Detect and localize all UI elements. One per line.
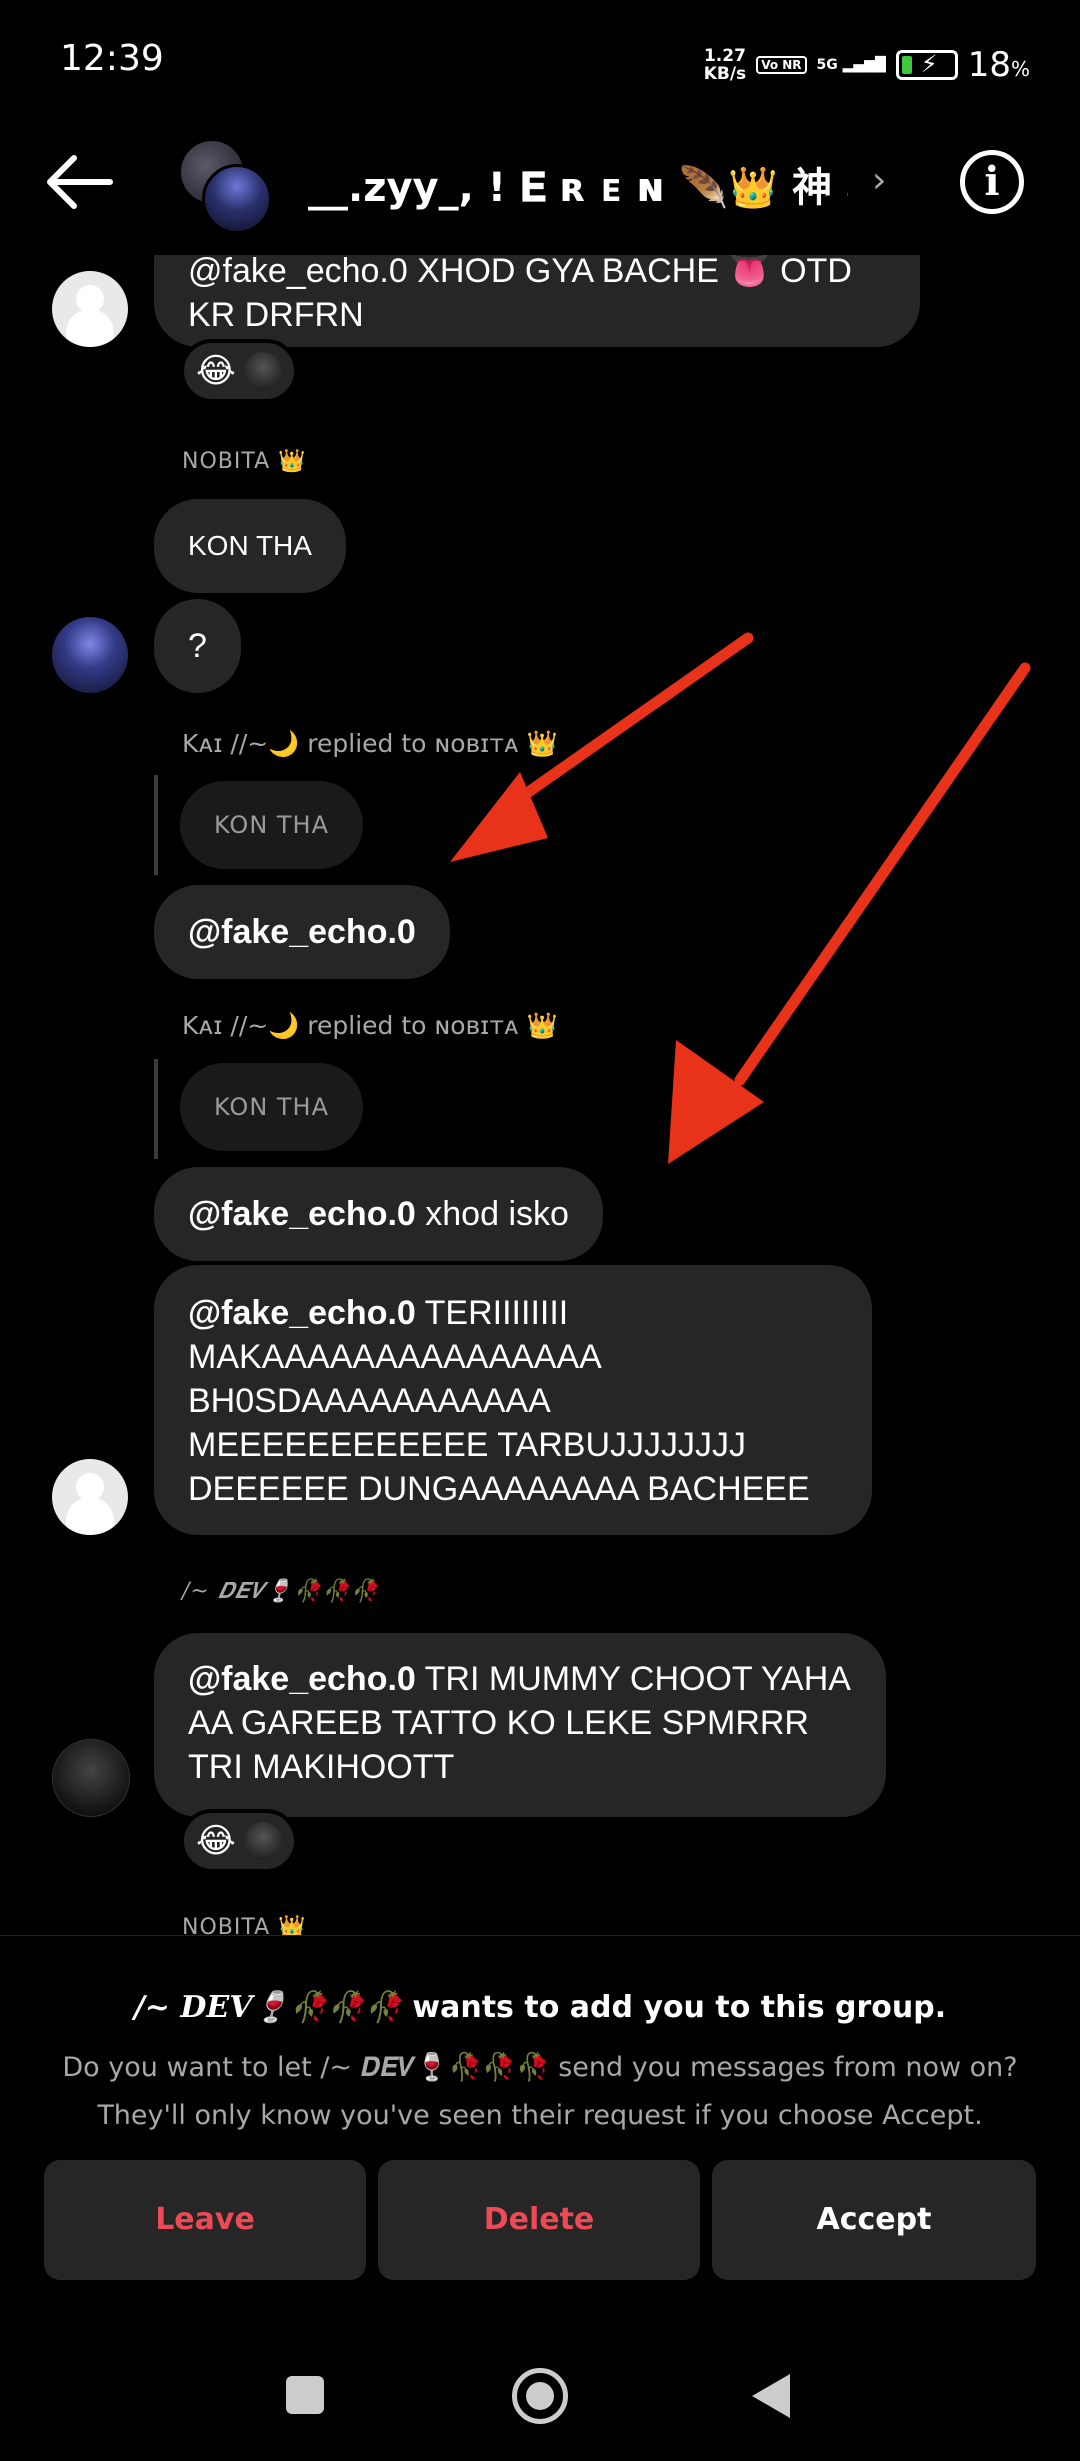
home-icon[interactable] (512, 2368, 568, 2424)
leave-button[interactable]: Leave (44, 2160, 366, 2280)
info-icon[interactable]: i (960, 150, 1024, 214)
volte-icon: Vo NR (756, 56, 807, 74)
mention[interactable]: @fake_echo.0 (188, 1660, 416, 1698)
sender-name: NOBITA 👑 (182, 449, 307, 474)
laughing-emoji-icon: 😂 (196, 351, 236, 391)
message-text: xhod isko (415, 1195, 569, 1233)
reactor-avatar (243, 1822, 282, 1860)
requester-name: /~ 𝑫𝑬𝑽🍷🥀🥀🥀 (133, 1990, 402, 2025)
reaction-pill[interactable]: 😂 (180, 339, 298, 403)
network-speed-unit: KB/s (703, 64, 747, 84)
signal-icon: 5G ▂▄▆█ (816, 57, 886, 73)
status-indicators: 1.27 KB/s Vo NR 5G ▂▄▆█ ⚡ 18% (704, 40, 1030, 90)
mention[interactable]: @fake_echo.0 (188, 1195, 416, 1233)
status-time: 12:39 (60, 38, 164, 79)
network-speed-value: 1.27 (703, 46, 746, 66)
request-description: Do you want to let /~ 𝑫𝑬𝑽🍷🥀🥀🥀 send you m… (62, 2052, 1018, 2131)
reply-bar (154, 775, 158, 875)
sender-name: NOBITA 👑 (182, 1915, 307, 1935)
message-thread[interactable]: @fake_echo.0 XHOD GYA BACHE 👅 OTD KR DRF… (0, 255, 1080, 1935)
reply-context: Kᴀɪ //~🌙 replied to ɴᴏʙɪᴛᴀ 👑 (182, 729, 558, 758)
group-avatar[interactable] (178, 138, 274, 234)
message-bubble[interactable]: @fake_echo.0 (154, 885, 450, 979)
laughing-emoji-icon: 😂 (196, 1821, 236, 1861)
battery-percentage: 18% (968, 45, 1030, 85)
delete-button[interactable]: Delete (378, 2160, 700, 2280)
request-title: /~ 𝑫𝑬𝑽🍷🥀🥀🥀 wants to add you to this grou… (0, 1990, 1080, 2025)
avatar[interactable] (52, 1459, 128, 1535)
battery-icon: ⚡ (895, 50, 958, 80)
message-bubble[interactable]: @fake_echo.0 xhod isko (154, 1167, 603, 1261)
quoted-message[interactable]: KON THA (180, 1063, 364, 1151)
nav-back-icon[interactable] (752, 2374, 790, 2418)
accept-button[interactable]: Accept (712, 2160, 1036, 2280)
avatar[interactable] (52, 271, 128, 347)
network-speed: 1.27 KB/s (704, 47, 746, 83)
message-bubble[interactable]: @fake_echo.0 XHOD GYA BACHE 👅 OTD KR DRF… (154, 255, 920, 347)
recents-icon[interactable] (286, 2376, 324, 2414)
battery-value: 18 (967, 45, 1011, 85)
group-name[interactable]: __.zyy_, ! 𝐄 ʀ ᴇ ɴ 🪶👑 神 an... (308, 155, 848, 213)
message-bubble[interactable]: @fake_echo.0 TRI MUMMY CHOOT YAHA AA GAR… (154, 1633, 886, 1817)
avatar[interactable] (52, 1739, 130, 1817)
message-bubble[interactable]: @fake_echo.0 TERIIIIIIII MAKAAAAAAAAAAAA… (154, 1265, 872, 1535)
quoted-message[interactable]: KON THA (180, 781, 364, 869)
reaction-pill[interactable]: 😂 (180, 1809, 298, 1873)
message-bubble[interactable]: ? (154, 599, 241, 693)
mention[interactable]: @fake_echo.0 (188, 1294, 416, 1332)
request-title-text: wants to add you to this group. (401, 1990, 947, 2025)
reactor-avatar (243, 352, 282, 390)
avatar[interactable] (52, 617, 128, 693)
message-bubble[interactable]: KON THA (154, 499, 346, 593)
reply-context: Kᴀɪ //~🌙 replied to ɴᴏʙɪᴛᴀ 👑 (182, 1011, 558, 1040)
back-arrow-icon[interactable] (40, 150, 120, 214)
reply-bar (154, 1059, 158, 1159)
sender-name: /~ 𝑫𝑬𝑽🍷🥀🥀🥀 (182, 1579, 379, 1604)
chevron-right-icon[interactable]: › (872, 160, 886, 201)
battery-unit: % (1010, 57, 1030, 81)
network-type: 5G (816, 57, 838, 73)
